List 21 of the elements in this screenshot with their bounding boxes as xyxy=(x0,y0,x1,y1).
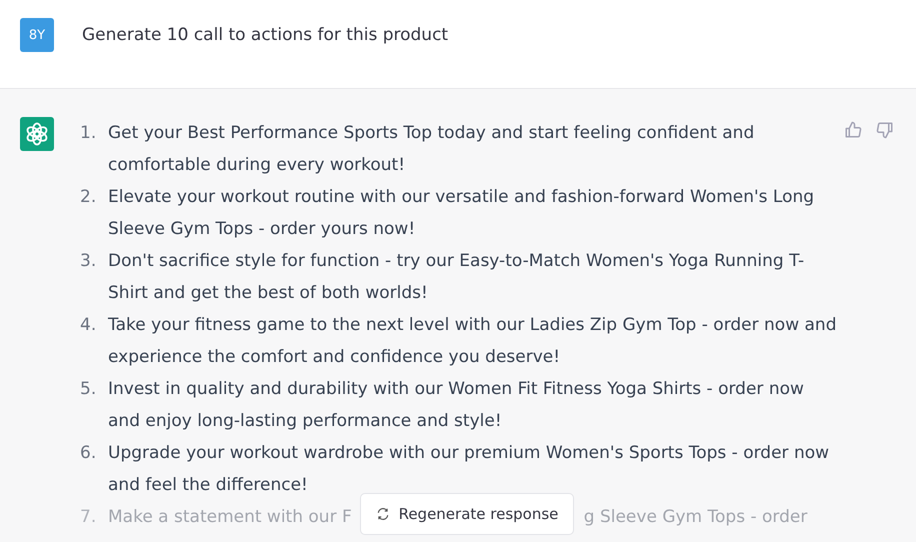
list-number: 5. xyxy=(80,378,98,401)
list-item-text: g Sleeve Gym Tops - order xyxy=(584,507,808,527)
list-number: 3. xyxy=(80,250,98,273)
list-item-text: Elevate your workout routine with our versatile and fashion-forward Women's Long Sleeve Gym Tops - order yours now! xyxy=(108,186,816,241)
list-number: 1. xyxy=(80,122,98,145)
list-number: 7. xyxy=(80,506,98,529)
list-number: 6. xyxy=(80,442,98,465)
list-number: 2. xyxy=(80,186,98,209)
user-message: Generate 10 call to actions for this product xyxy=(82,24,448,47)
list-item-text: Make a statement with our F xyxy=(108,507,352,527)
refresh-icon xyxy=(376,507,390,521)
list-item-text: Invest in quality and durability with our Women Fit Fitness Yoga Shirts - order now and enjoy long-lasting performance and style! xyxy=(108,378,805,433)
regenerate-button[interactable]: Regenerate response xyxy=(360,493,574,535)
thumbs-down-icon[interactable] xyxy=(876,121,894,139)
list-number: 4. xyxy=(80,314,98,337)
thumbs-up-icon[interactable] xyxy=(844,121,862,139)
list-item-text: Get your Best Performance Sports Top today and start feeling confident and comfortable during every workout! xyxy=(108,122,756,177)
user-avatar: 8Y xyxy=(20,18,54,52)
list-item-text: Take your fitness game to the next level with our Ladies Zip Gym Top - order now and experience the comfort and confidence you deserve! xyxy=(108,314,838,369)
knot-logo-icon xyxy=(20,117,54,151)
list-item-text: Don't sacrifice style for function - try our Easy-to-Match Women's Yoga Running T-Shirt and get the best of both worlds! xyxy=(108,250,806,305)
